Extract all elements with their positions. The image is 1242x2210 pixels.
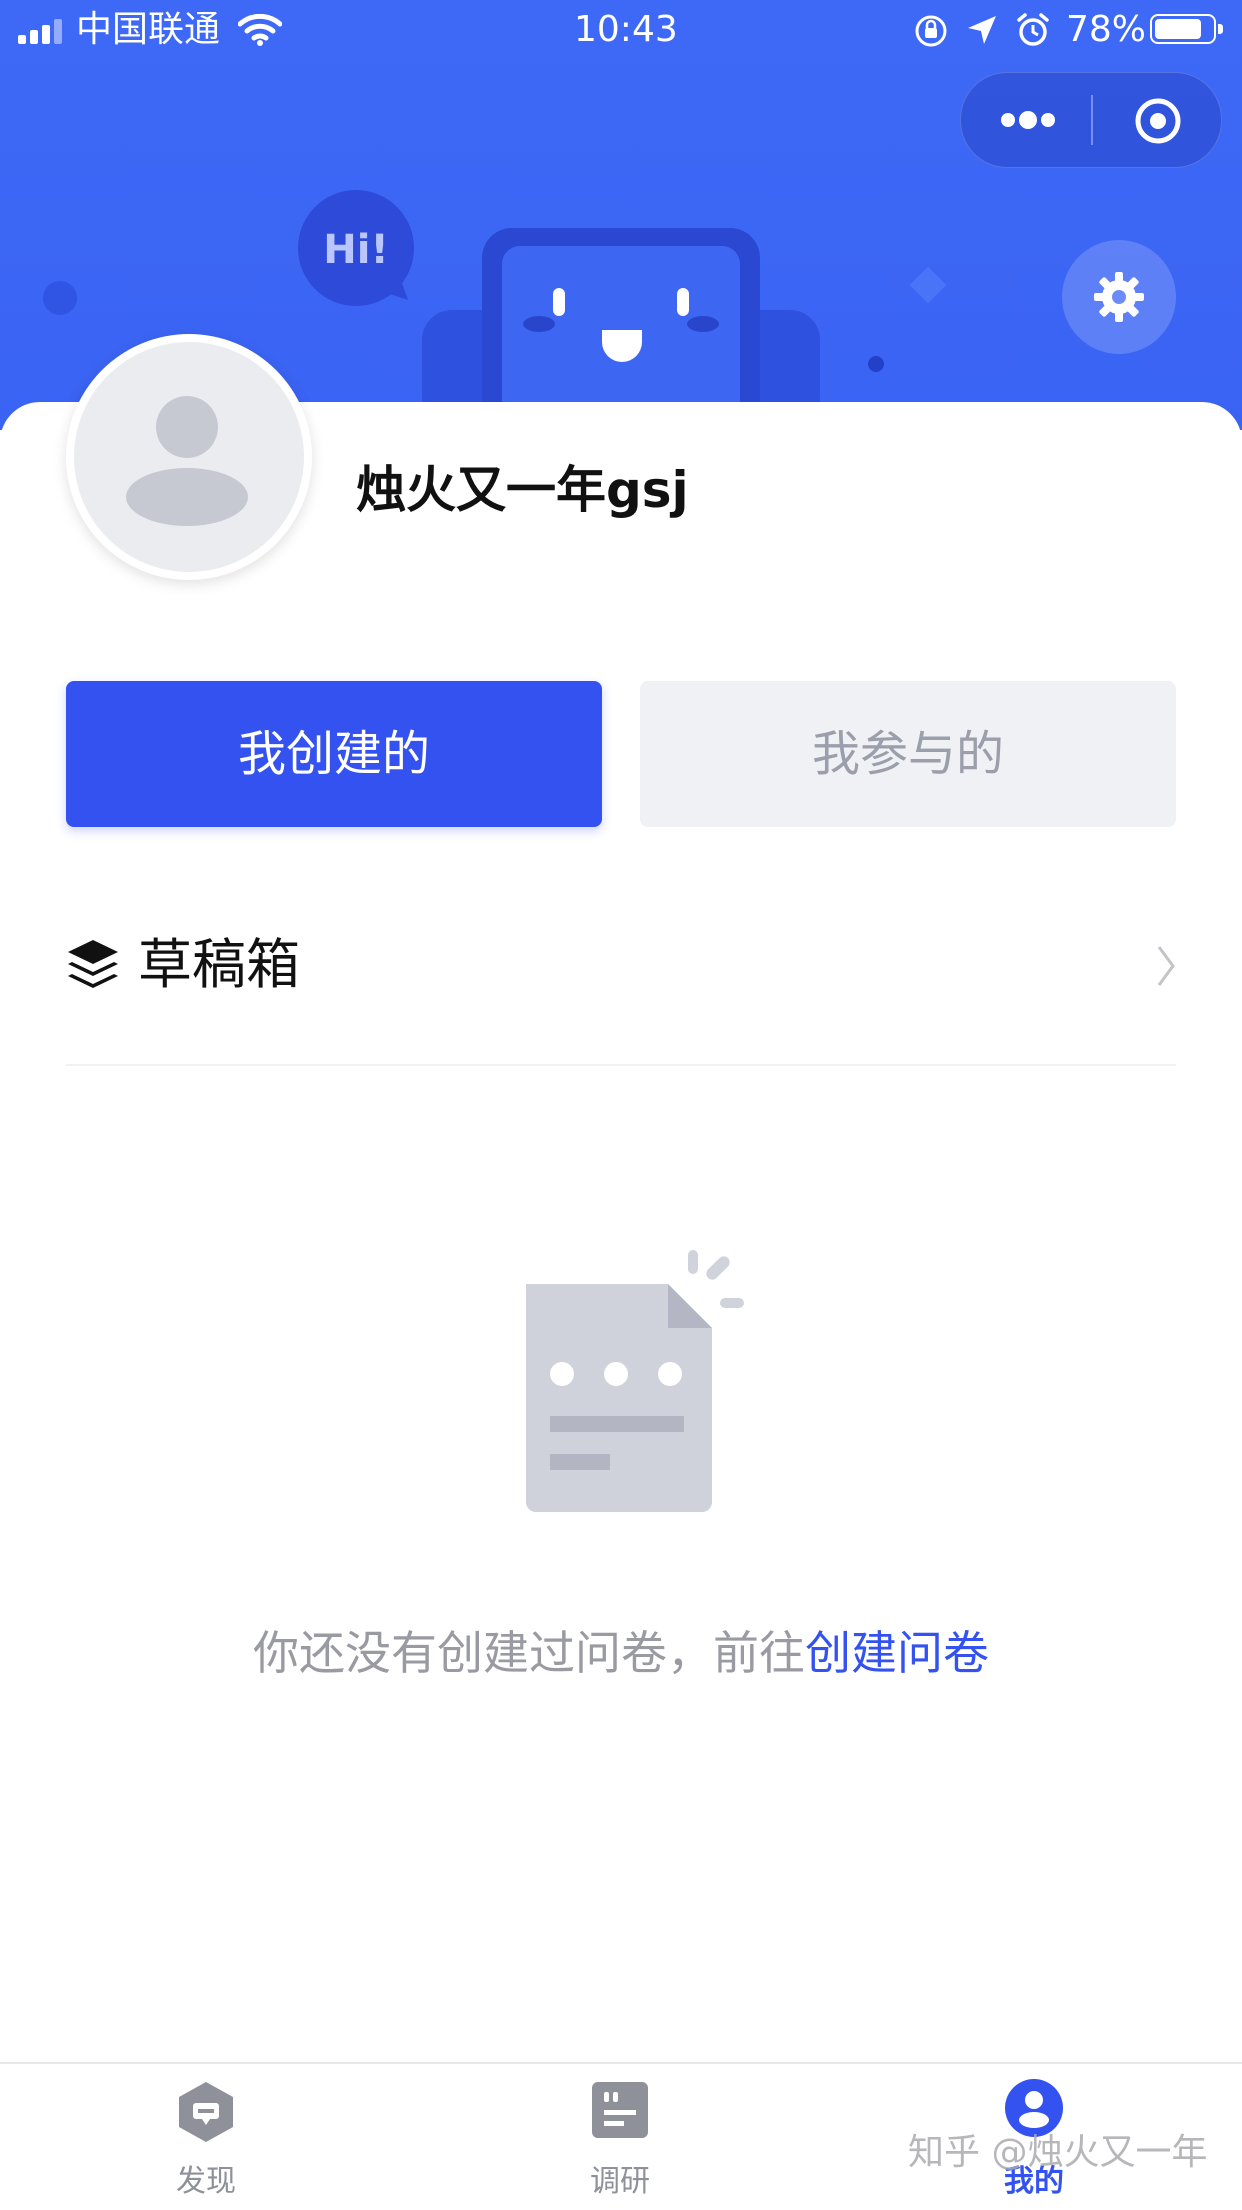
divider <box>66 1064 1176 1066</box>
gear-icon <box>1094 272 1144 322</box>
hi-bubble-text: Hi! <box>323 227 389 273</box>
carrier-name: 中国联通 <box>76 9 221 50</box>
chevron-right-icon <box>1157 946 1175 986</box>
tab-discover[interactable]: 发现 <box>106 2064 306 2210</box>
signal-icon <box>18 18 68 44</box>
empty-state-text: 你还没有创建过问卷，前往 <box>253 1626 805 1680</box>
more-dots-icon <box>1001 113 1015 127</box>
status-bar: 中国联通 10:43 78% <box>0 0 1242 60</box>
drafts-label: 草稿箱 <box>138 933 300 996</box>
tab-survey[interactable]: 调研 <box>520 2064 720 2210</box>
wifi-icon <box>238 14 282 46</box>
tab-created[interactable]: 我创建的 <box>66 681 602 827</box>
alarm-icon <box>1017 13 1049 46</box>
default-avatar-icon <box>74 342 304 572</box>
layers-icon <box>68 940 118 988</box>
target-icon <box>1135 98 1181 144</box>
settings-button[interactable] <box>1062 240 1176 354</box>
create-survey-link[interactable]: 创建问卷 <box>805 1626 989 1680</box>
avatar[interactable] <box>66 334 312 580</box>
tab-discover-label: 发现 <box>176 2164 236 2199</box>
profile-card <box>0 402 1242 2062</box>
orientation-lock-icon <box>915 15 947 47</box>
location-icon <box>968 16 996 44</box>
drafts-row[interactable]: 草稿箱 <box>66 910 1176 1066</box>
discover-icon <box>179 2082 233 2142</box>
battery-percent: 78% <box>1066 9 1147 50</box>
empty-state-message: 你还没有创建过问卷，前往创建问卷 <box>0 1618 1242 1688</box>
survey-icon <box>592 2082 648 2138</box>
empty-document-illustration <box>526 1250 744 1512</box>
battery-icon <box>1150 14 1223 44</box>
clock: 10:43 <box>574 9 678 50</box>
tab-joined[interactable]: 我参与的 <box>640 681 1176 827</box>
watermark: 知乎 @烛火又一年 <box>908 2132 1208 2173</box>
username: 烛火又一年gsj <box>356 461 689 519</box>
tab-survey-label: 调研 <box>590 2164 650 2199</box>
